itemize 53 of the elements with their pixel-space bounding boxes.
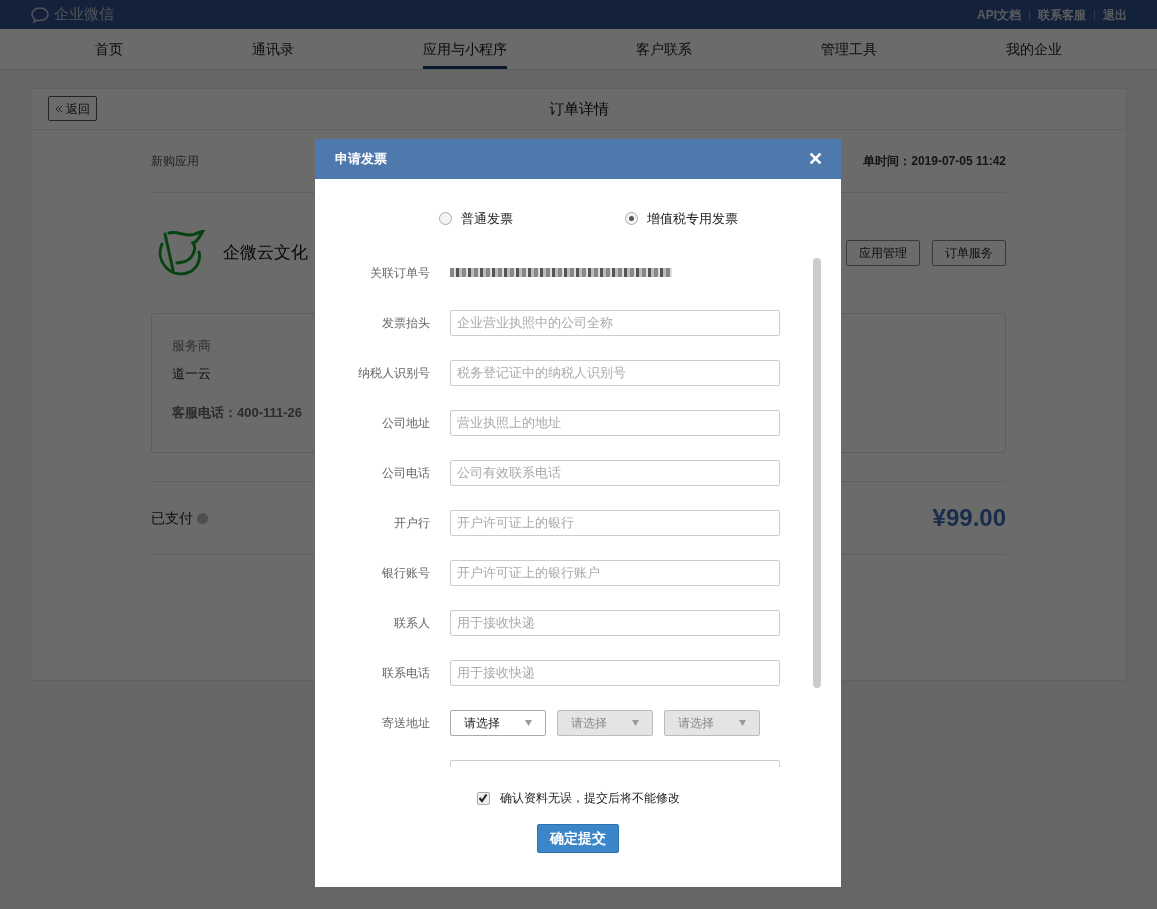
double-chevron-left-icon xyxy=(55,104,63,113)
field-label: 银行账号 xyxy=(381,564,430,582)
field-label: 发票抬头 xyxy=(381,314,430,332)
text-field[interactable]: 用于接收快递 xyxy=(450,659,780,686)
text-field[interactable]: 营业执照上的地址 xyxy=(450,409,780,436)
service-phone: 客服电话：400-111-26 xyxy=(172,404,303,422)
field-label: 联系电话 xyxy=(381,664,430,682)
app-name: 企微云文化 xyxy=(223,242,308,265)
order-type: 新购应用 xyxy=(151,153,199,170)
close-button[interactable]: ✕ xyxy=(808,145,823,173)
price: ¥99.00 xyxy=(932,503,1006,533)
invoice-type-radio[interactable]: 普通发票 xyxy=(438,209,513,229)
region-select[interactable]: 请选择 xyxy=(450,709,546,736)
header-link[interactable]: 联系客服 xyxy=(1038,5,1086,24)
header-link[interactable]: API文档 xyxy=(977,5,1021,24)
action-button[interactable]: 应用管理 xyxy=(846,240,920,266)
text-field[interactable]: 企业营业执照中的公司全称 xyxy=(450,309,780,336)
text-field[interactable]: 开户许可证上的银行 xyxy=(450,509,780,536)
field-label: 开户行 xyxy=(393,514,430,532)
submit-button[interactable]: 确定提交 xyxy=(537,824,619,853)
app-logo-icon xyxy=(157,230,207,276)
nav-tab[interactable]: 管理工具 xyxy=(821,29,878,69)
scrollbar-thumb[interactable] xyxy=(813,258,821,688)
caret-down-icon xyxy=(739,719,746,726)
field-label: 关联订单号 xyxy=(369,264,430,282)
info-icon xyxy=(197,512,208,524)
chat-bubble-icon xyxy=(30,5,50,24)
field-label: 纳税人识别号 xyxy=(357,364,430,382)
nav-tab[interactable]: 我的企业 xyxy=(1006,29,1063,69)
caret-down-icon xyxy=(632,719,639,726)
nav-tab[interactable]: 首页 xyxy=(94,29,123,69)
text-field[interactable]: 开户许可证上的银行账户 xyxy=(450,559,780,586)
field-label: 寄送地址 xyxy=(381,714,430,732)
invoice-type-radio[interactable]: 增值税专用发票 xyxy=(624,209,738,229)
header-link[interactable]: 退出 xyxy=(1103,5,1127,24)
payment-status: 已支付 xyxy=(151,508,193,528)
field-label: 公司电话 xyxy=(381,464,430,482)
field-label: 联系人 xyxy=(393,614,430,632)
dialog-title: 申请发票 xyxy=(335,150,387,169)
text-field[interactable]: 公司有效联系电话 xyxy=(450,459,780,486)
field-label: 公司地址 xyxy=(381,414,430,432)
text-field[interactable]: 税务登记证中的纳税人识别号 xyxy=(450,359,780,386)
text-field[interactable]: 用于接收快递 xyxy=(450,609,780,636)
checkmark-icon xyxy=(478,793,488,803)
page-title: 订单详情 xyxy=(548,98,609,119)
caret-down-icon xyxy=(525,719,532,726)
order-time: 单时间：2019-07-05 11:42 xyxy=(863,153,1006,170)
nav-tab[interactable]: 客户联系 xyxy=(636,29,693,69)
action-button[interactable]: 订单服务 xyxy=(932,240,1006,266)
back-button[interactable]: 返回 xyxy=(48,96,97,121)
nav-tab[interactable]: 通讯录 xyxy=(251,29,294,69)
confirm-checkbox[interactable]: 确认资料无误，提交后将不能修改 xyxy=(476,789,680,807)
nav-tab[interactable]: 应用与小程序 xyxy=(422,29,507,69)
